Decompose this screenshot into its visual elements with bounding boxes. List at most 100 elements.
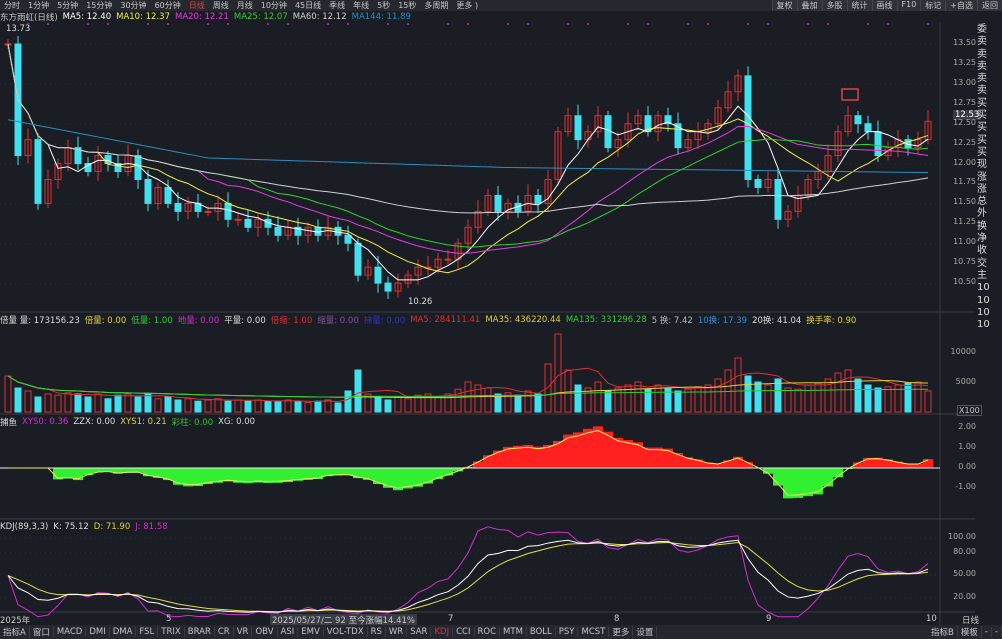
candle-body [444, 258, 452, 261]
quote-label: 卖 [977, 60, 987, 72]
tab-dmi[interactable]: DMI [86, 627, 110, 637]
volume-bar [224, 400, 232, 413]
volume-bar [374, 396, 382, 413]
candle-body [344, 234, 352, 244]
signal-dot [207, 23, 209, 25]
tab-sar[interactable]: SAR [407, 627, 432, 637]
tab-mcst[interactable]: MCST [578, 627, 610, 637]
volume_legend-item: 倍量: 0.00 [84, 316, 127, 326]
candle-body [274, 226, 282, 236]
kdj-legend: KDJ(89,3,3) K: 75.12 D: 71.90 J: 81.58 [0, 522, 173, 532]
tab-设置[interactable]: 设置 [633, 626, 658, 638]
candle-body [494, 194, 502, 212]
indicator-tick: -1.00 [955, 482, 976, 491]
volume-bar [384, 399, 392, 413]
indicator-bar [243, 468, 253, 484]
quote-label: 买 [977, 110, 987, 122]
ind_legend-item: 彩柱: 0.00 [171, 418, 214, 428]
volume-bar [144, 393, 152, 413]
quote-label: 买 [977, 122, 987, 134]
volume-bar [554, 333, 562, 413]
quote-label: 买 [977, 146, 987, 158]
bottom-right-button[interactable]: 指标B [928, 626, 958, 638]
tab-asi[interactable]: ASI [278, 627, 299, 637]
bottom-right-button[interactable]: 模板 [958, 626, 982, 638]
tab-roc[interactable]: ROC [475, 627, 501, 637]
kdj_legend-item: D: 71.90 [93, 522, 131, 532]
volume_legend-item: 5 换: 7.42 [651, 316, 693, 326]
tab-kdj[interactable]: KDJ [431, 627, 454, 637]
volume-bar [704, 384, 712, 413]
candle-body [224, 202, 232, 220]
tab-vr[interactable]: VR [234, 627, 253, 637]
ind_legend-item: 捕鱼 [0, 418, 18, 428]
volume_legend-item: 10换: 17.39 [697, 316, 748, 326]
signal-dot [107, 23, 109, 25]
tab-vol-tdx[interactable]: VOL-TDX [324, 627, 368, 637]
indicator-bar [573, 432, 583, 468]
quote-label: 10 [977, 319, 990, 331]
signal-dot [527, 23, 529, 25]
volume-bar [394, 396, 402, 413]
volume-bar [604, 390, 612, 413]
tab-psy[interactable]: PSY [556, 627, 579, 637]
volume-bar [34, 396, 42, 413]
indicator-tick: 1.00 [958, 442, 976, 451]
kdj-tick: 20.00 [953, 592, 976, 601]
quote-label: 交 [977, 257, 987, 269]
tab-fsl[interactable]: FSL [136, 627, 159, 637]
tab-emv[interactable]: EMV [298, 627, 324, 637]
tab-obv[interactable]: OBV [252, 627, 278, 637]
ind_legend-item: ZZX: 0.00 [73, 417, 116, 427]
volume-bar [184, 398, 192, 413]
volume-bar [454, 388, 462, 413]
quote-label: 涨 [977, 183, 987, 195]
tab-窗口[interactable]: 窗口 [30, 626, 54, 638]
price-tick: 13.25 [953, 57, 976, 67]
tab-mtm[interactable]: MTM [500, 627, 527, 637]
volume-bar [564, 369, 572, 413]
volume-bar [614, 387, 622, 413]
signal-dot [287, 23, 289, 25]
tab-dma[interactable]: DMA [110, 627, 137, 637]
tab-trix[interactable]: TRIX [158, 627, 185, 637]
bottom-right-button[interactable]: - [992, 627, 1002, 637]
volume-tick: 5000 [955, 377, 976, 386]
price-tick: 11.00 [953, 237, 976, 247]
volume_legend-item: MA135: 331296.28 [565, 315, 647, 325]
indicator-bar [643, 447, 653, 468]
ma144-line [7, 119, 929, 174]
tab-指标a[interactable]: 指标A [0, 626, 30, 638]
volume-bar [334, 402, 342, 413]
tab-rs[interactable]: RS [368, 627, 386, 637]
k-line [7, 539, 929, 613]
indicator-bar [803, 468, 813, 497]
volume-bar [914, 381, 922, 413]
volume_legend-item: 20换: 41.04 [752, 316, 802, 326]
bottom-right-button[interactable]: - [982, 627, 992, 637]
signal-dot [707, 23, 709, 25]
tab-更多[interactable]: 更多 [609, 626, 634, 638]
tab-boll[interactable]: BOLL [527, 627, 556, 637]
quote-label: 买 [977, 97, 987, 109]
volume-bar [854, 378, 862, 413]
volume-bar [254, 399, 262, 413]
signal-dot [887, 23, 889, 25]
tab-cci[interactable]: CCI [453, 627, 475, 637]
price-tick: 12.00 [953, 157, 976, 167]
kdj-tick: 80.00 [953, 547, 976, 556]
tab-brar[interactable]: BRAR [185, 627, 215, 637]
volume-bar [24, 390, 32, 413]
indicator-bar [433, 468, 443, 479]
volume_legend-item: 倍缩: 1.00 [270, 316, 313, 326]
volume-bar [114, 394, 122, 413]
signal-dot [867, 23, 869, 25]
tab-cr[interactable]: CR [215, 627, 234, 637]
quote-label: 现 [977, 159, 987, 171]
volume-bar [404, 398, 412, 413]
indicator-bar [423, 468, 433, 484]
ind_legend-item: XG: 0.00 [218, 417, 256, 427]
volume-bar [354, 369, 362, 413]
tab-macd[interactable]: MACD [54, 627, 87, 637]
tab-wr[interactable]: WR [386, 627, 408, 637]
